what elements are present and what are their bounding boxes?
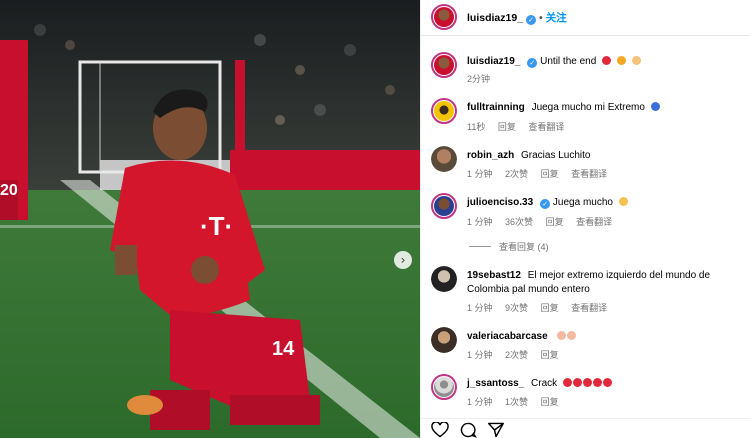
comment-likes[interactable]: 36次赞 (505, 217, 533, 227)
translate-button[interactable]: 查看翻译 (576, 217, 612, 227)
comments-panel: luisdiaz19_ ✓ • 关注 luisdiaz19_ ✓ Until the e… (420, 0, 750, 438)
comment-time: 1 分钟 (467, 350, 493, 360)
chevron-right-icon: › (400, 253, 406, 267)
post-header: luisdiaz19_ ✓ • 关注 (421, 0, 750, 36)
comment-meta: 1 分钟 36次赞 回复 查看翻译 (467, 215, 622, 228)
comment-time: 11秒 (467, 122, 486, 132)
comment-time: 1 分钟 (467, 217, 493, 227)
verified-icon: ✓ (527, 58, 538, 68)
comment-username[interactable]: valeriacabarcase (467, 331, 548, 342)
separator-dot: • (539, 12, 543, 24)
comment-text: julioenciso.33 ✓ Juega mucho (467, 196, 745, 210)
comment-time: 1 分钟 (467, 397, 493, 407)
comment-likes[interactable]: 9次赞 (505, 303, 528, 313)
translate-button[interactable]: 查看翻译 (528, 122, 564, 132)
comment-icon[interactable] (459, 422, 477, 438)
comment-text: robin_azh Gracias Luchito (467, 149, 745, 163)
comment-meta: 1 分钟 9次赞 回复 查看翻译 (467, 301, 617, 314)
comment-body: Gracias Luchito (521, 150, 591, 161)
comment-time: 1 分钟 (467, 303, 493, 313)
comment-username[interactable]: 19sebast12 (467, 270, 521, 281)
raising-hands-emoji-icon (557, 331, 567, 340)
lightning-emoji-icon (616, 56, 626, 65)
translate-button[interactable]: 查看翻译 (571, 303, 607, 313)
comment-username[interactable]: fulltrainning (467, 102, 525, 113)
svg-text:20: 20 (0, 182, 18, 199)
reply-button[interactable]: 回复 (541, 350, 559, 360)
username-link[interactable]: luisdiaz19_ (467, 12, 523, 24)
divider-line (469, 246, 491, 247)
comment-meta: 2分钟 (467, 72, 500, 85)
comment-username[interactable]: julioenciso.33 (467, 197, 533, 208)
comment-text: j_ssantoss_ Crack (467, 377, 745, 391)
share-icon[interactable] (487, 422, 505, 438)
comment-meta: 1 分钟 2次赞 回复 查看翻译 (467, 167, 617, 180)
globe-emoji-icon (650, 102, 660, 111)
view-replies-button[interactable]: 查看回复 (4) (469, 240, 549, 253)
verified-icon: ✓ (526, 15, 537, 25)
heart-icon[interactable] (431, 422, 449, 438)
avatar[interactable] (431, 327, 457, 353)
avatar[interactable] (431, 146, 457, 172)
comment-time: 2分钟 (467, 74, 491, 84)
clapping-emoji-icon (618, 197, 628, 206)
reply-button[interactable]: 回复 (541, 303, 559, 313)
comment-body: Crack (531, 378, 558, 389)
comment-body: Juega mucho mi Extremo (531, 102, 645, 113)
post-photo: ·T· 14 20 › (0, 0, 420, 438)
comment-meta: 1 分钟 2次赞 回复 (467, 348, 569, 361)
view-replies-label: 查看回复 (4) (499, 242, 549, 252)
comment-text: 19sebast12 El mejor extremo izquierdo de… (467, 269, 745, 297)
verified-icon: ✓ (540, 199, 551, 209)
avatar[interactable] (431, 98, 457, 124)
raising-hands-emoji-icon (567, 331, 577, 340)
comment-likes[interactable]: 1次赞 (505, 397, 528, 407)
post-actions (421, 418, 750, 438)
comment-time: 1 分钟 (467, 169, 493, 179)
svg-text:·T·: ·T· (200, 211, 233, 241)
comment-body: Juega mucho (552, 197, 613, 208)
reply-button[interactable]: 回复 (541, 397, 559, 407)
follow-button[interactable]: 关注 (546, 12, 567, 24)
flexed-biceps-emoji-icon (631, 56, 641, 65)
comment-likes[interactable]: 2次赞 (505, 169, 528, 179)
reply-button[interactable]: 回复 (498, 122, 516, 132)
avatar[interactable] (431, 266, 457, 292)
reply-button[interactable]: 回复 (546, 217, 564, 227)
translate-button[interactable]: 查看翻译 (571, 169, 607, 179)
comment-text: valeriacabarcase (467, 330, 745, 344)
heart-eyes-emoji-icon (602, 378, 612, 387)
avatar[interactable] (431, 52, 457, 78)
heart-eyes-emoji-icon (582, 378, 592, 387)
comment-meta: 11秒 回复 查看翻译 (467, 120, 574, 133)
heart-eyes-emoji-icon (562, 378, 572, 387)
heart-eyes-emoji-icon (572, 378, 582, 387)
next-photo-button[interactable]: › (394, 251, 412, 269)
comment-likes[interactable]: 2次赞 (505, 350, 528, 360)
comment-text: luisdiaz19_ ✓ Until the end (467, 55, 745, 69)
svg-text:14: 14 (272, 338, 295, 360)
heart-eyes-emoji-icon (592, 378, 602, 387)
avatar[interactable] (431, 374, 457, 400)
comment-meta: 1 分钟 1次赞 回复 (467, 395, 569, 408)
post-image: ·T· 14 20 (0, 0, 420, 438)
comment-username[interactable]: j_ssantoss_ (467, 378, 524, 389)
red-circle-emoji-icon (602, 56, 612, 65)
avatar[interactable] (431, 4, 457, 30)
avatar[interactable] (431, 193, 457, 219)
reply-button[interactable]: 回复 (541, 169, 559, 179)
comment-text: fulltrainning Juega mucho mi Extremo (467, 101, 745, 115)
comment-body: Until the end (540, 56, 597, 67)
comment-username[interactable]: robin_azh (467, 150, 514, 161)
post-author: luisdiaz19_ ✓ • 关注 (467, 10, 567, 25)
comment-username[interactable]: luisdiaz19_ (467, 56, 520, 67)
